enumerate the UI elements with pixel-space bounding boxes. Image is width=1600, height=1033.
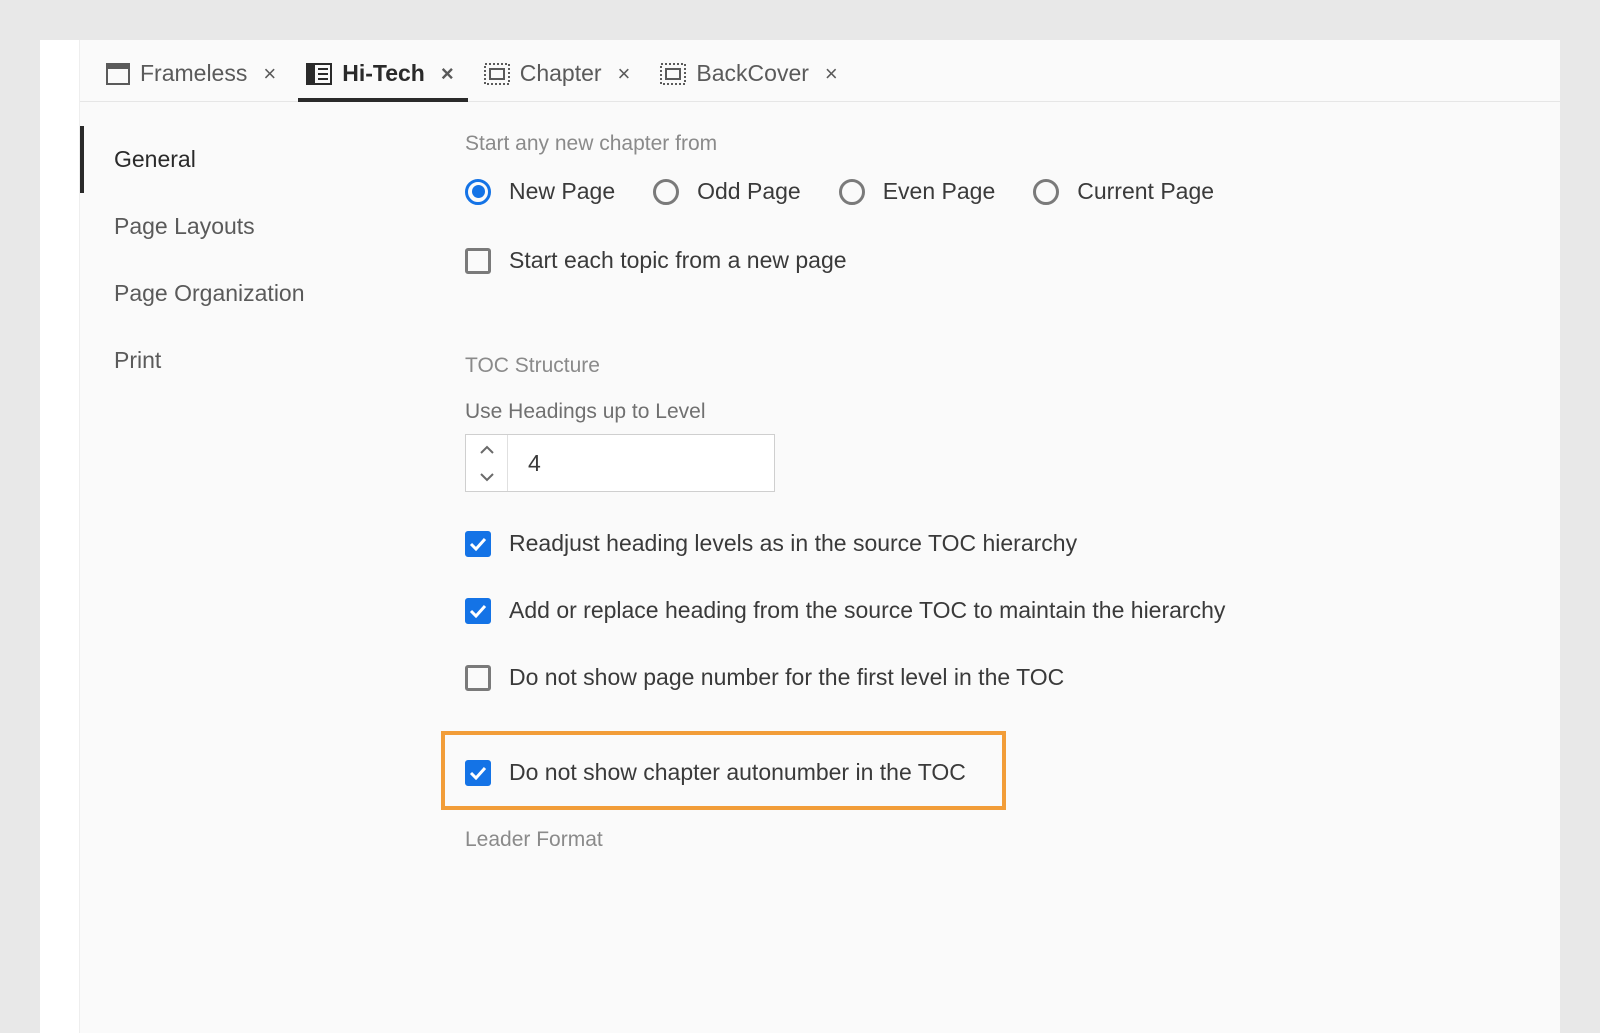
- page-outline-icon: [484, 63, 510, 85]
- checkbox-icon: [465, 248, 491, 274]
- radio-icon: [1033, 179, 1059, 205]
- content-panel: Start any new chapter from New Page Odd …: [445, 102, 1560, 1033]
- toc-structure-label: TOC Structure: [465, 354, 1540, 378]
- page-outline-icon: [660, 63, 686, 85]
- headings-level-label: Use Headings up to Level: [465, 400, 1540, 424]
- sidebar-item-print[interactable]: Print: [80, 327, 445, 394]
- radio-odd-page[interactable]: Odd Page: [653, 178, 801, 205]
- left-gutter: [40, 40, 80, 1033]
- checkbox-label: Readjust heading levels as in the source…: [509, 530, 1077, 557]
- checkbox-icon: [465, 665, 491, 691]
- add-replace-heading-checkbox[interactable]: Add or replace heading from the source T…: [465, 597, 1540, 624]
- checkbox-label: Start each topic from a new page: [509, 247, 847, 274]
- checkbox-icon: [465, 598, 491, 624]
- radio-label: Current Page: [1077, 178, 1214, 205]
- settings-window: Frameless × Hi-Tech × Chapter ×: [40, 40, 1560, 1033]
- headings-level-stepper[interactable]: 4: [465, 434, 775, 492]
- sidebar-item-label: General: [114, 146, 196, 172]
- main-area: Frameless × Hi-Tech × Chapter ×: [80, 40, 1560, 1033]
- tab-label: Chapter: [520, 60, 602, 87]
- tab-label: Frameless: [140, 60, 247, 87]
- radio-label: New Page: [509, 178, 615, 205]
- layout-icon: [306, 63, 332, 85]
- hide-autonumber-checkbox[interactable]: Do not show chapter autonumber in the TO…: [465, 759, 982, 786]
- stepper-down-icon[interactable]: [466, 463, 507, 491]
- sidebar: General Page Layouts Page Organization P…: [80, 102, 445, 1033]
- readjust-headings-checkbox[interactable]: Readjust heading levels as in the source…: [465, 530, 1540, 557]
- sidebar-item-page-layouts[interactable]: Page Layouts: [80, 193, 445, 260]
- stepper-value: 4: [508, 435, 774, 491]
- tab-frameless[interactable]: Frameless ×: [98, 50, 290, 101]
- tab-label: Hi-Tech: [342, 60, 425, 87]
- radio-label: Odd Page: [697, 178, 801, 205]
- sidebar-item-general[interactable]: General: [80, 126, 445, 193]
- hide-page-number-checkbox[interactable]: Do not show page number for the first le…: [465, 664, 1540, 691]
- radio-current-page[interactable]: Current Page: [1033, 178, 1214, 205]
- highlighted-option: Do not show chapter autonumber in the TO…: [441, 731, 1006, 810]
- panel-icon: [106, 63, 130, 85]
- start-each-topic-checkbox[interactable]: Start each topic from a new page: [465, 247, 1540, 274]
- radio-new-page[interactable]: New Page: [465, 178, 615, 205]
- sidebar-item-label: Page Layouts: [114, 213, 255, 239]
- sidebar-item-page-organization[interactable]: Page Organization: [80, 260, 445, 327]
- radio-icon: [653, 179, 679, 205]
- sidebar-item-label: Print: [114, 347, 161, 373]
- tab-bar: Frameless × Hi-Tech × Chapter ×: [80, 40, 1560, 102]
- checkbox-icon: [465, 760, 491, 786]
- body: General Page Layouts Page Organization P…: [80, 102, 1560, 1033]
- tab-backcover[interactable]: BackCover ×: [652, 50, 851, 101]
- tab-chapter[interactable]: Chapter ×: [476, 50, 645, 101]
- radio-icon: [839, 179, 865, 205]
- close-icon[interactable]: ×: [435, 61, 460, 87]
- checkbox-label: Do not show page number for the first le…: [509, 664, 1064, 691]
- close-icon[interactable]: ×: [257, 61, 282, 87]
- close-icon[interactable]: ×: [819, 61, 844, 87]
- radio-label: Even Page: [883, 178, 996, 205]
- close-icon[interactable]: ×: [612, 61, 637, 87]
- radio-even-page[interactable]: Even Page: [839, 178, 996, 205]
- leader-format-label: Leader Format: [465, 828, 1540, 852]
- checkbox-label: Add or replace heading from the source T…: [509, 597, 1225, 624]
- stepper-up-icon[interactable]: [466, 435, 507, 463]
- tab-hitech[interactable]: Hi-Tech ×: [298, 50, 468, 101]
- sidebar-item-label: Page Organization: [114, 280, 305, 306]
- radio-icon: [465, 179, 491, 205]
- tab-label: BackCover: [696, 60, 808, 87]
- stepper-buttons: [466, 435, 508, 491]
- checkbox-icon: [465, 531, 491, 557]
- chapter-from-radios: New Page Odd Page Even Page Current Page: [465, 178, 1540, 205]
- chapter-from-label: Start any new chapter from: [465, 132, 1540, 156]
- checkbox-label: Do not show chapter autonumber in the TO…: [509, 759, 966, 786]
